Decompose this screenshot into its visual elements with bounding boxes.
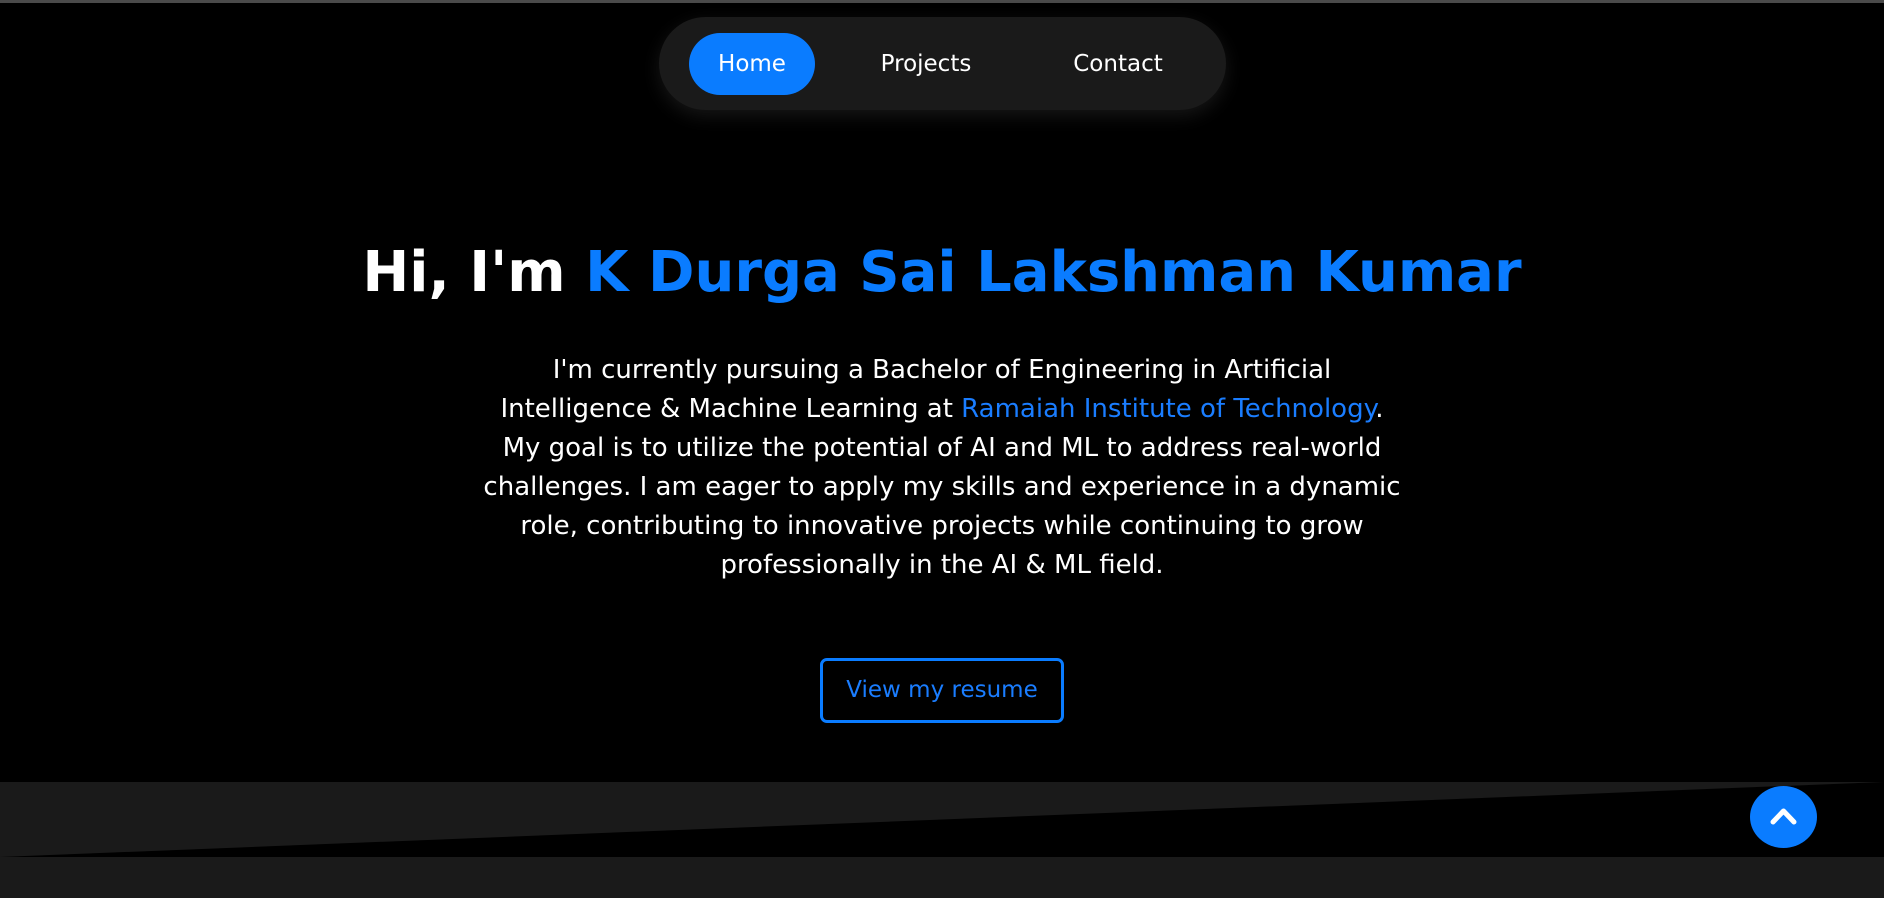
page: Home Projects Contact Hi, I'm K Durga Sa… [0, 0, 1884, 898]
hero-greeting: Hi, I'm [362, 240, 586, 305]
navbar: Home Projects Contact [659, 17, 1226, 110]
scroll-to-top-button[interactable] [1750, 786, 1817, 848]
chevron-up-icon [1770, 808, 1797, 825]
footer-wave [0, 782, 1884, 898]
bio-line: role, contributing to innovative project… [520, 511, 1364, 541]
bio-line: I'm currently pursuing a Bachelor of Eng… [552, 355, 1332, 385]
bio-line: professionally in the AI & ML field. [720, 550, 1164, 580]
view-resume-button[interactable]: View my resume [820, 658, 1064, 723]
bio-paragraph: I'm currently pursuing a Bachelor of Eng… [470, 351, 1414, 585]
top-border [0, 0, 1884, 3]
bio-line: Intelligence & Machine Learning at Ramai… [470, 390, 1414, 429]
institute-link[interactable]: Ramaiah Institute of Technology [961, 394, 1375, 424]
bio-text: Intelligence & Machine Learning at [500, 394, 962, 424]
nav-projects-link[interactable]: Projects [859, 33, 993, 95]
nav-contact-link[interactable]: Contact [1044, 33, 1192, 95]
bio-line: My goal is to utilize the potential of A… [502, 433, 1382, 463]
hero-name: K Durga Sai Lakshman Kumar [585, 240, 1522, 305]
nav-home-link[interactable]: Home [689, 33, 815, 95]
bio-line: challenges. I am eager to apply my skill… [483, 472, 1401, 502]
bio-text: . [1375, 394, 1384, 424]
hero-title: Hi, I'm K Durga Sai Lakshman Kumar [0, 240, 1884, 305]
